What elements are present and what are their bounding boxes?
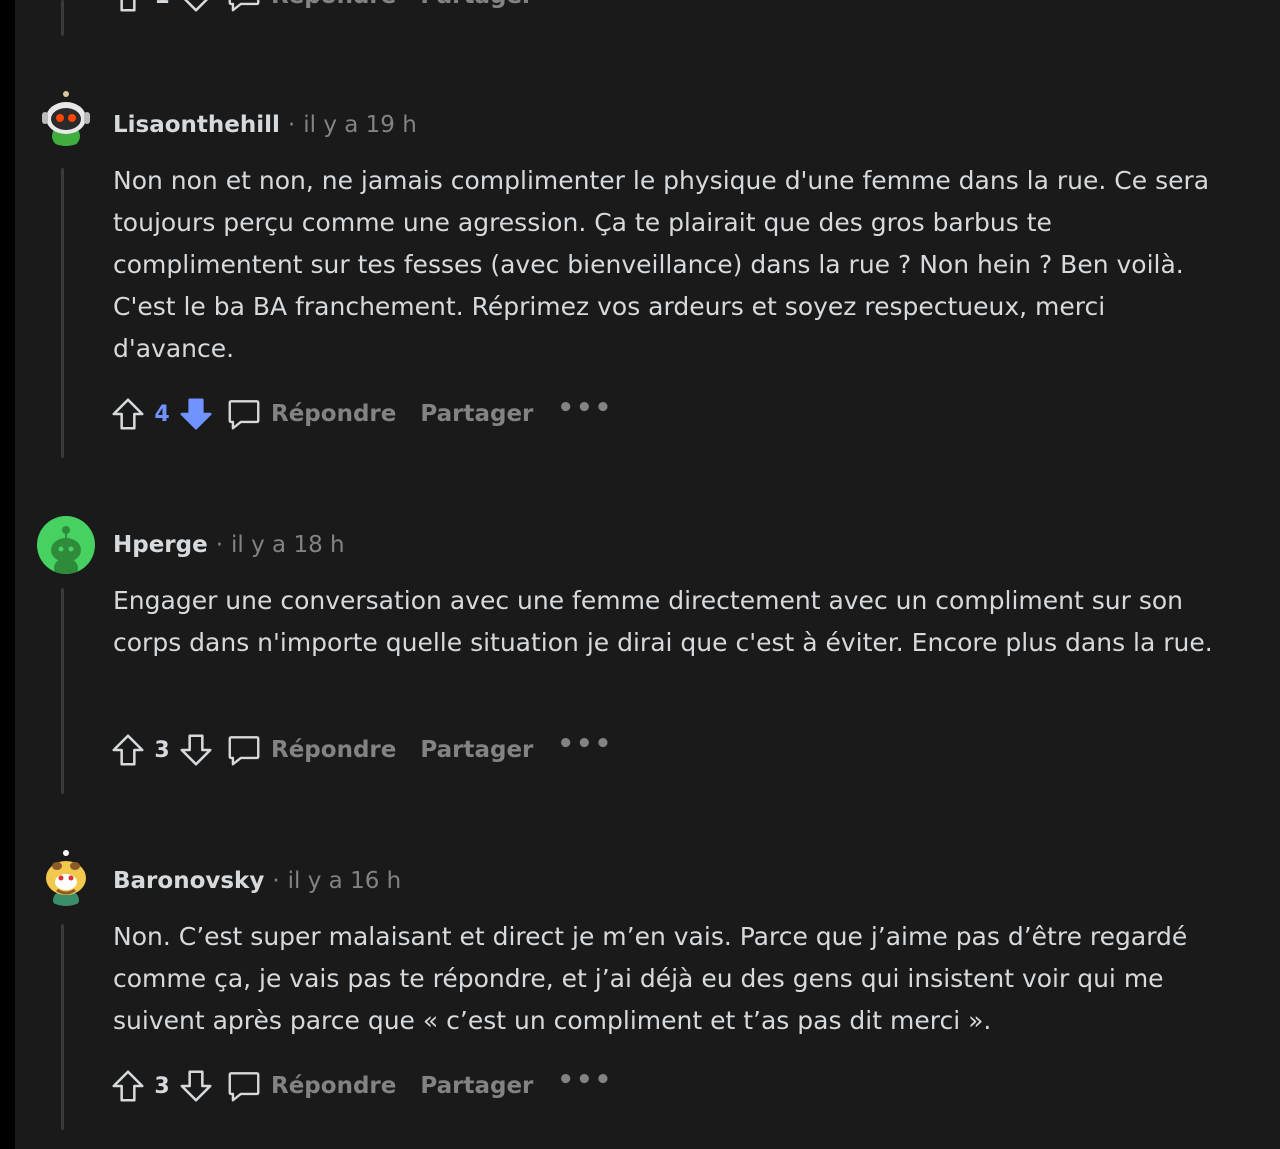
- comment-thread: 1 Répondre Partager Lisaonthehil: [15, 0, 1280, 1149]
- share-button[interactable]: Partager: [420, 401, 533, 427]
- share-button[interactable]: Partager: [420, 0, 533, 9]
- more-dots-icon[interactable]: •••: [557, 393, 613, 423]
- thread-line[interactable]: [61, 588, 64, 794]
- comment-actions: 4 Répondre Partager •••: [107, 392, 613, 436]
- comment-timestamp[interactable]: il y a 16 h: [288, 868, 402, 894]
- reply-label[interactable]: Répondre: [271, 737, 396, 763]
- reply-button[interactable]: [223, 0, 265, 17]
- comment-actions-previous: 1 Répondre Partager: [107, 0, 551, 18]
- meta-separator: ·: [272, 868, 280, 894]
- comment-actions: 3 Répondre Partager •••: [107, 728, 613, 772]
- comment-body: Non non et non, ne jamais complimenter l…: [113, 166, 1210, 363]
- upvote-button[interactable]: [107, 729, 149, 771]
- downvote-icon: [180, 734, 212, 766]
- upvote-icon: [120, 0, 136, 12]
- vote-score: 3: [154, 737, 170, 763]
- reply-button[interactable]: [223, 393, 265, 435]
- reply-label[interactable]: Répondre: [271, 0, 396, 9]
- comment-body: Engager une conversation avec une femme …: [113, 586, 1213, 657]
- upvote-icon: [112, 734, 144, 766]
- avatar-snoo: [37, 88, 95, 146]
- comment-timestamp[interactable]: il y a 19 h: [303, 112, 417, 138]
- comment-bubble-icon: [228, 736, 260, 766]
- thread-line[interactable]: [61, 924, 64, 1130]
- comment-bubble-icon: [228, 0, 260, 12]
- meta-separator: ·: [215, 532, 224, 558]
- reply-button[interactable]: [223, 1065, 265, 1107]
- comment-bubble-icon: [228, 400, 260, 430]
- more-dots-icon[interactable]: •••: [557, 729, 613, 759]
- share-button[interactable]: Partager: [420, 737, 533, 763]
- avatar[interactable]: [37, 848, 95, 906]
- upvote-button[interactable]: [107, 1065, 149, 1107]
- comment-meta: Lisaonthehill · il y a 19 h: [113, 112, 417, 138]
- comment-body: Non. C’est super malaisant et direct je …: [113, 922, 1188, 1035]
- upvote-icon: [112, 1070, 144, 1102]
- reply-button[interactable]: [223, 729, 265, 771]
- comment-author[interactable]: Lisaonthehill: [113, 112, 280, 138]
- vote-score: 4: [154, 401, 170, 427]
- comment-actions: 3 Répondre Partager •••: [107, 1064, 613, 1108]
- comment-author[interactable]: Hperge: [113, 532, 208, 558]
- comment-meta: Baronovsky · il y a 16 h: [113, 868, 401, 894]
- avatar-snoo: [37, 516, 95, 574]
- share-button[interactable]: Partager: [420, 1073, 533, 1099]
- upvote-button[interactable]: [107, 0, 149, 17]
- vote-score: 3: [154, 1073, 170, 1099]
- downvote-button[interactable]: [175, 1065, 217, 1107]
- vote-score: 1: [151, 0, 173, 9]
- downvote-button[interactable]: [175, 0, 217, 17]
- upvote-button[interactable]: [107, 393, 149, 435]
- comment-timestamp[interactable]: il y a 18 h: [231, 532, 345, 558]
- thread-line[interactable]: [61, 0, 64, 36]
- downvote-icon: [180, 398, 212, 430]
- upvote-icon: [112, 398, 144, 430]
- avatar[interactable]: [37, 88, 95, 146]
- meta-separator: ·: [287, 112, 296, 138]
- more-dots-icon[interactable]: •••: [557, 1065, 613, 1095]
- comment-meta: Hperge · il y a 18 h: [113, 532, 345, 558]
- left-edge-strip: [0, 0, 15, 1149]
- avatar-snoo: [37, 848, 95, 906]
- downvote-button[interactable]: [175, 393, 217, 435]
- avatar[interactable]: [37, 516, 95, 574]
- downvote-icon: [183, 0, 209, 12]
- downvote-icon: [180, 1070, 212, 1102]
- reply-label[interactable]: Répondre: [271, 1073, 396, 1099]
- downvote-button[interactable]: [175, 729, 217, 771]
- thread-line[interactable]: [61, 168, 64, 458]
- comment-author[interactable]: Baronovsky: [113, 868, 264, 894]
- reply-label[interactable]: Répondre: [271, 401, 396, 427]
- comment-bubble-icon: [228, 1072, 260, 1102]
